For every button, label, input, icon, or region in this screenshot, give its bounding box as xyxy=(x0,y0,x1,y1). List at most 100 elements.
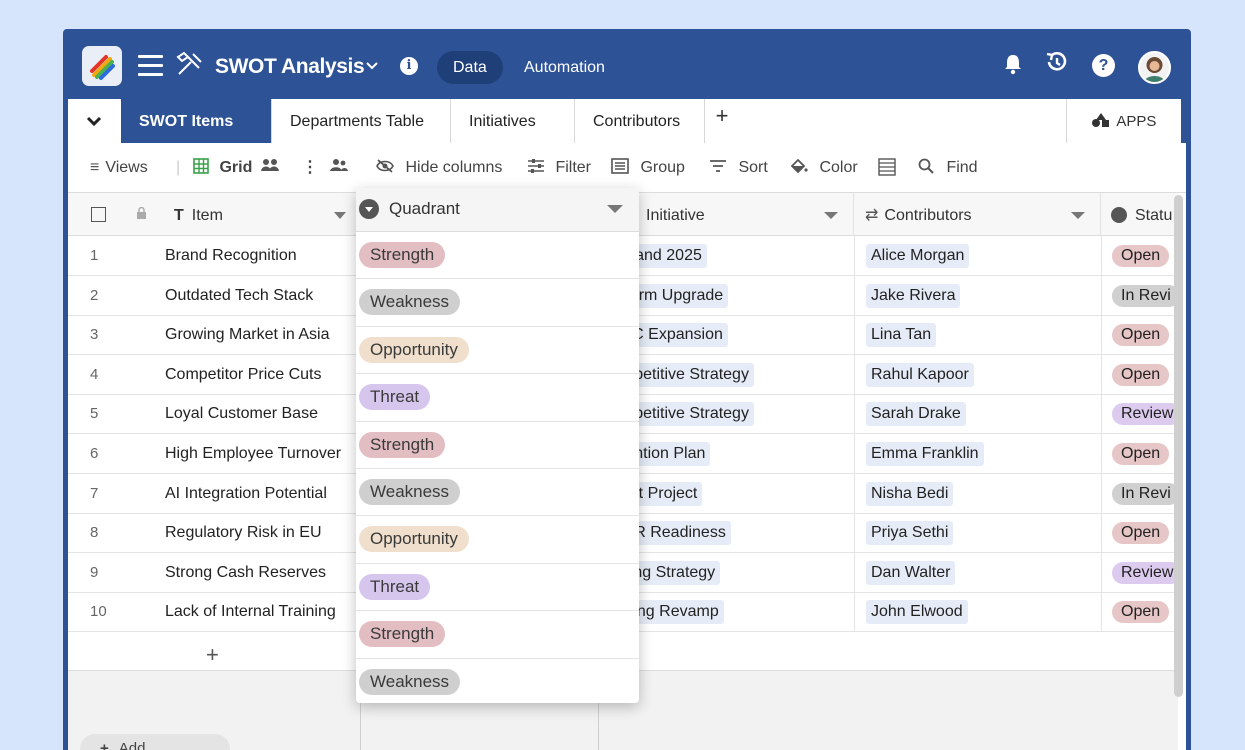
contributor-cell[interactable]: Rahul Kapoor xyxy=(854,354,1101,394)
status-badge: Open xyxy=(1112,601,1170,624)
item-cell[interactable]: Brand Recognition xyxy=(165,236,355,275)
item-cell[interactable]: High Employee Turnover xyxy=(165,434,355,473)
contributor-cell[interactable]: Priya Sethi xyxy=(854,513,1101,553)
contributor-chip[interactable]: Nisha Bedi xyxy=(866,481,954,506)
row-number: 2 xyxy=(90,286,99,304)
sort-label: Sort xyxy=(738,159,768,176)
color-button[interactable]: Color xyxy=(790,158,858,178)
caret-down-icon[interactable] xyxy=(607,205,623,213)
hide-columns-button[interactable]: Hide columns xyxy=(376,158,502,178)
status-cell[interactable]: Open xyxy=(1101,354,1178,394)
tab-initiatives[interactable]: Initiatives xyxy=(451,99,575,143)
quadrant-option[interactable]: Opportunity xyxy=(356,516,639,564)
quadrant-column-dropdown[interactable]: Quadrant Strength Weakness Opportunity Thre… xyxy=(356,188,639,703)
add-button[interactable]: + Add xyxy=(80,734,230,750)
quadrant-option[interactable]: Strength xyxy=(356,611,639,659)
item-cell[interactable]: Loyal Customer Base xyxy=(165,394,355,433)
app-logo[interactable] xyxy=(82,46,122,86)
quadrant-option[interactable]: Weakness xyxy=(356,659,639,703)
sort-button[interactable]: Sort xyxy=(709,158,768,178)
filter-button[interactable]: Filter xyxy=(527,158,591,178)
quadrant-option[interactable]: Threat xyxy=(356,564,639,612)
item-cell[interactable]: Lack of Internal Training xyxy=(165,592,355,631)
views-button[interactable]: ≡ Views xyxy=(90,158,148,178)
collaborators-icon[interactable] xyxy=(261,158,279,178)
contributor-chip[interactable]: Sarah Drake xyxy=(866,402,966,427)
quadrant-option[interactable]: Strength xyxy=(356,422,639,469)
status-cell[interactable]: Open xyxy=(1101,592,1178,632)
help-icon[interactable]: ? xyxy=(1092,54,1115,77)
more-options-icon[interactable]: ⋮ xyxy=(302,158,318,178)
status-cell[interactable]: Review xyxy=(1101,552,1178,592)
contributor-cell[interactable]: Nisha Bedi xyxy=(854,473,1101,513)
info-icon[interactable]: i xyxy=(400,57,418,75)
chevron-down-icon[interactable] xyxy=(68,99,121,143)
quadrant-tag: Strength xyxy=(359,431,446,458)
quadrant-option[interactable]: Weakness xyxy=(356,279,639,327)
column-header-quadrant[interactable]: Quadrant xyxy=(356,188,639,232)
column-header-status[interactable]: Statu xyxy=(1101,193,1178,236)
quadrant-option[interactable]: Strength xyxy=(356,232,639,280)
tab-data[interactable]: Data xyxy=(437,51,503,84)
group-icon xyxy=(611,158,640,176)
find-button[interactable]: Find xyxy=(918,158,978,178)
item-cell[interactable]: Outdated Tech Stack xyxy=(165,276,355,315)
grid-view-button[interactable]: Grid xyxy=(193,158,252,178)
contributor-cell[interactable]: John Elwood xyxy=(854,592,1101,632)
contributor-chip[interactable]: Lina Tan xyxy=(866,323,937,348)
tab-contributors[interactable]: Contributors xyxy=(575,99,705,143)
contributor-chip[interactable]: Rahul Kapoor xyxy=(866,362,974,387)
contributor-cell[interactable]: Sarah Drake xyxy=(854,394,1101,434)
contributor-chip[interactable]: Jake Rivera xyxy=(866,283,961,308)
add-row-icon[interactable]: + xyxy=(206,642,219,668)
contributor-cell[interactable]: Jake Rivera xyxy=(854,275,1101,315)
quadrant-options: Strength Weakness Opportunity Threat Strengt… xyxy=(356,232,639,703)
tab-swot-items[interactable]: SWOT Items ▼ xyxy=(121,99,272,173)
status-cell[interactable]: In Revi xyxy=(1101,275,1178,315)
status-cell[interactable]: Open xyxy=(1101,236,1178,275)
item-cell[interactable]: Growing Market in Asia xyxy=(165,315,355,354)
bell-icon[interactable] xyxy=(1003,53,1023,75)
contributor-chip[interactable]: Alice Morgan xyxy=(866,244,970,268)
people-icon[interactable] xyxy=(330,158,348,178)
chevron-down-icon[interactable] xyxy=(365,58,379,75)
group-button[interactable]: Group xyxy=(611,158,685,178)
status-badge: Open xyxy=(1112,245,1170,267)
vertical-scrollbar[interactable] xyxy=(1174,195,1183,697)
tab-departments-table[interactable]: Departments Table xyxy=(272,99,451,143)
status-cell[interactable]: Review xyxy=(1101,394,1178,434)
quadrant-option[interactable]: Threat xyxy=(356,374,639,422)
caret-down-icon[interactable] xyxy=(1071,212,1085,219)
quadrant-option[interactable]: Opportunity xyxy=(356,327,639,375)
contributor-chip[interactable]: Dan Walter xyxy=(866,560,956,585)
menu-icon[interactable] xyxy=(138,55,163,77)
add-table-icon[interactable]: + xyxy=(712,105,732,127)
status-cell[interactable]: Open xyxy=(1101,315,1178,355)
contributor-chip[interactable]: John Elwood xyxy=(866,600,968,625)
item-cell[interactable]: Strong Cash Reserves xyxy=(165,553,355,592)
row-height-icon[interactable] xyxy=(878,158,896,179)
contributor-cell[interactable]: Emma Franklin xyxy=(854,434,1101,473)
column-title: Initiative xyxy=(646,207,705,224)
item-cell[interactable]: AI Integration Potential xyxy=(165,474,355,513)
contributor-cell[interactable]: Lina Tan xyxy=(854,315,1101,355)
grid-icon xyxy=(193,158,219,176)
history-icon[interactable] xyxy=(1044,50,1070,79)
caret-down-icon[interactable] xyxy=(824,212,838,219)
item-cell[interactable]: Regulatory Risk in EU xyxy=(165,513,355,552)
contributor-cell[interactable]: Alice Morgan xyxy=(854,236,1101,275)
tab-automation[interactable]: Automation xyxy=(508,51,621,84)
apps-button[interactable]: APPS xyxy=(1066,99,1181,143)
item-cell[interactable]: Competitor Price Cuts xyxy=(165,355,355,394)
contributor-chip[interactable]: Priya Sethi xyxy=(866,521,954,546)
base-title[interactable]: SWOT Analysis xyxy=(215,55,365,79)
row-number: 7 xyxy=(90,484,99,502)
status-cell[interactable]: In Revi xyxy=(1101,473,1178,513)
status-cell[interactable]: Open xyxy=(1101,434,1178,473)
contributor-chip[interactable]: Emma Franklin xyxy=(866,442,984,466)
column-header-contributors[interactable]: ⇄ Contributors xyxy=(854,193,1101,236)
status-cell[interactable]: Open xyxy=(1101,513,1178,553)
avatar[interactable] xyxy=(1138,51,1171,84)
contributor-cell[interactable]: Dan Walter xyxy=(854,552,1101,592)
quadrant-option[interactable]: Weakness xyxy=(356,469,639,517)
